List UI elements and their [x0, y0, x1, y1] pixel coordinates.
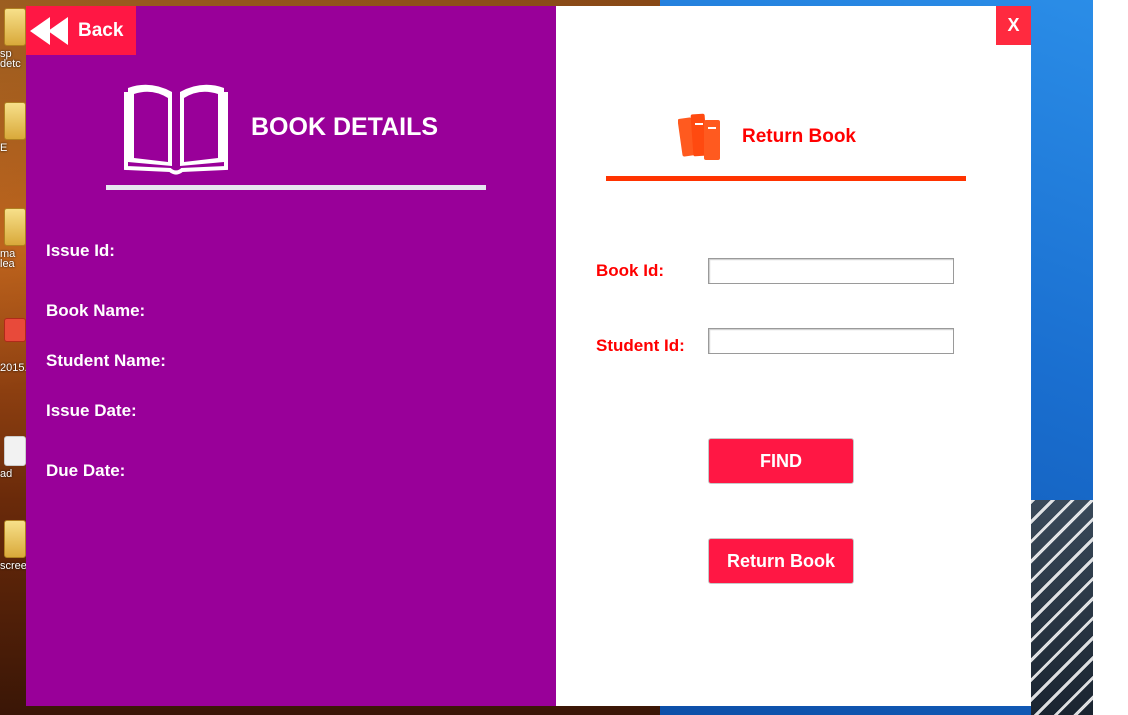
folder-icon	[4, 520, 26, 558]
back-button-label: Back	[78, 19, 124, 41]
return-book-window: Back BOOK DETAILS Issue Id: Book Name: S…	[26, 6, 1031, 706]
book-name-label: Book Name:	[46, 301, 146, 320]
book-id-input[interactable]	[708, 258, 954, 284]
student-name-label: Student Name:	[46, 351, 166, 370]
document-icon	[4, 436, 26, 466]
find-button[interactable]: FIND	[708, 438, 854, 484]
rewind-icon	[30, 16, 68, 45]
book-details-panel: Back BOOK DETAILS Issue Id: Book Name: S…	[26, 6, 556, 706]
back-button[interactable]: Back	[26, 6, 136, 55]
open-book-icon	[124, 84, 228, 175]
desktop-wallpaper-bridge	[1031, 500, 1093, 715]
student-id-label: Student Id:	[596, 336, 685, 355]
title-divider	[106, 185, 486, 190]
book-details-title: BOOK DETAILS	[251, 113, 439, 141]
return-book-panel: X Return Book Book Id: Student Id: FIND …	[556, 6, 1031, 706]
music-file-icon	[4, 318, 26, 342]
return-book-button[interactable]: Return Book	[708, 538, 854, 584]
student-id-input[interactable]	[708, 328, 954, 354]
folder-icon	[4, 208, 26, 246]
book-id-label: Book Id:	[596, 261, 664, 280]
desktop-edge	[1093, 0, 1128, 715]
issue-date-label: Issue Date:	[46, 401, 137, 420]
issue-id-label: Issue Id:	[46, 241, 115, 260]
folder-icon	[4, 102, 26, 140]
return-book-title: Return Book	[742, 126, 856, 147]
books-icon	[678, 113, 720, 160]
return-book-divider	[606, 176, 966, 181]
due-date-label: Due Date:	[46, 461, 126, 480]
close-button[interactable]: X	[996, 6, 1031, 45]
folder-icon	[4, 8, 26, 46]
